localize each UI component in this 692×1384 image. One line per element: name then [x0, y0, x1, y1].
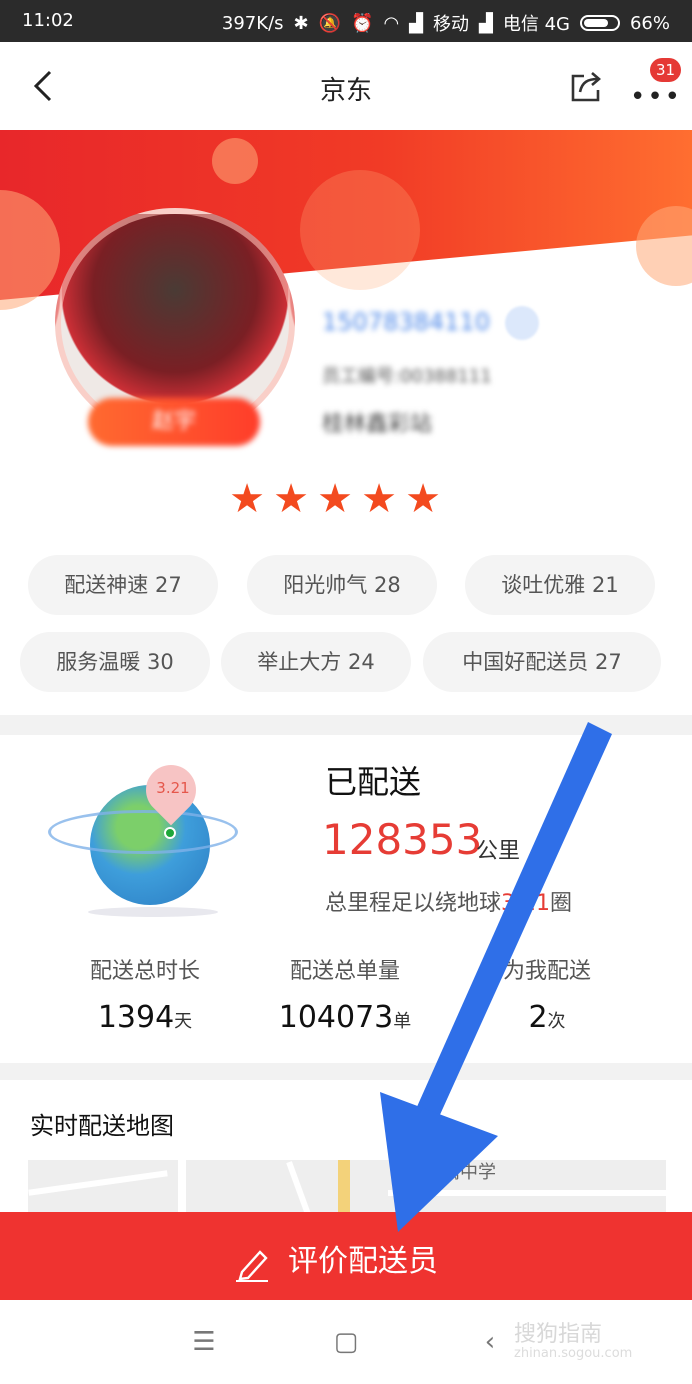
- stat-label: 配送总时长: [89, 959, 200, 984]
- back-nav-icon[interactable]: ‹: [474, 1326, 506, 1358]
- more-icon[interactable]: •••: [630, 82, 682, 112]
- earth-prefix: 总里程足以绕地球: [325, 891, 502, 916]
- carrier-2: 电信 4G: [502, 14, 570, 35]
- globe-shadow: [88, 907, 218, 917]
- delivered-title: 已配送: [325, 763, 422, 801]
- earth-laps-text: 总里程足以绕地球3.21圈: [325, 885, 572, 917]
- earth-laps: 3.21: [501, 891, 550, 916]
- status-time: 11:02: [22, 10, 74, 31]
- tag-chip[interactable]: 配送神速 27: [28, 555, 218, 615]
- watermark: 搜狗指南: [514, 1322, 603, 1347]
- stat-unit: 天: [174, 1011, 193, 1032]
- total-distance: 128353: [322, 815, 483, 864]
- star-icon: ★: [317, 476, 353, 522]
- star-icon: ★: [405, 476, 441, 522]
- mute-icon: 🔕: [318, 12, 342, 34]
- signal-icon: ▟: [409, 12, 424, 34]
- status-indicators: 397K/s ✱ 🔕 ⏰ ◠ ▟ 移动 ▟ 电信 4G 66%: [222, 10, 670, 36]
- star-icon: ★: [361, 476, 397, 522]
- delivery-station: 桂林鑫彩站: [322, 412, 433, 437]
- battery-icon: [579, 15, 620, 31]
- map-road: [388, 1190, 666, 1196]
- courier-phone[interactable]: 15078384110: [322, 308, 490, 336]
- tag-chip[interactable]: 谈吐优雅 21: [465, 555, 655, 615]
- courier-name: 赵宇: [88, 398, 260, 446]
- wifi-icon: ◠: [383, 12, 400, 34]
- orbit-ring: [48, 810, 238, 854]
- signal-icon: ▟: [479, 12, 493, 34]
- watermark-url: zhinan.sogou.com: [514, 1346, 633, 1361]
- stat-number: 1394: [97, 1000, 175, 1035]
- delivery-map-card: 实时配送地图 附属中学: [0, 1080, 692, 1230]
- stat-number: 2: [528, 1000, 548, 1035]
- notification-badge: 31: [650, 58, 682, 82]
- tag-chip[interactable]: 中国好配送员 27: [423, 632, 661, 692]
- tag-chip[interactable]: 举止大方 24: [221, 632, 411, 692]
- menu-icon[interactable]: ☰: [188, 1326, 220, 1358]
- tag-chip[interactable]: 阳光帅气 28: [247, 555, 437, 615]
- map-road: [28, 1170, 168, 1196]
- status-bar: 11:02 397K/s ✱ 🔕 ⏰ ◠ ▟ 移动 ▟ 电信 4G 66%: [0, 0, 692, 42]
- phone-icon[interactable]: [505, 306, 539, 340]
- star-icon: ★: [229, 476, 265, 522]
- stat-unit: 次: [547, 1011, 566, 1032]
- map-title: 实时配送地图: [30, 1112, 174, 1140]
- decor-bubble: [300, 170, 420, 290]
- stat-label: 配送总单量: [289, 959, 400, 984]
- stat-value: 104073单: [260, 1000, 430, 1035]
- courier-profile: 赵宇 15078384110 员工编号:00388111 桂林鑫彩站 ★ ★ ★…: [0, 130, 692, 715]
- decor-bubble: [212, 138, 258, 184]
- stat-number: 104073: [278, 1000, 394, 1035]
- rating-stars: ★ ★ ★ ★ ★: [228, 476, 442, 522]
- pin-value: 3.21: [156, 779, 190, 797]
- employee-number: 员工编号:00388111: [322, 366, 492, 387]
- battery-level: 66%: [629, 12, 670, 34]
- distance-unit: 公里: [476, 839, 521, 864]
- system-nav-bar: ☰ ▢ ‹ 搜狗指南 zhinan.sogou.com: [0, 1300, 692, 1384]
- network-speed: 397K/s: [221, 12, 284, 34]
- delivery-stats: 3.21 已配送 128353 公里 总里程足以绕地球3.21圈 配送总时长 配…: [0, 735, 692, 1063]
- stat-label: 为我配送: [502, 959, 591, 984]
- stat-unit: 单: [393, 1011, 412, 1032]
- map-place-label: 附属中学: [424, 1162, 496, 1183]
- review-courier-button[interactable]: 评价配送员: [0, 1212, 692, 1300]
- star-icon: ★: [273, 476, 309, 522]
- stat-value: 2次: [462, 1000, 632, 1035]
- pencil-icon: [236, 1250, 268, 1282]
- review-button-label: 评价配送员: [288, 1244, 438, 1279]
- alarm-icon: ⏰: [351, 12, 374, 34]
- stat-value: 1394天: [60, 1000, 230, 1035]
- location-dot: [164, 827, 176, 839]
- share-icon[interactable]: [568, 68, 604, 104]
- tag-chip[interactable]: 服务温暖 30: [20, 632, 210, 692]
- bluetooth-icon: ✱: [293, 12, 309, 34]
- nav-bar: 京东 ••• 31: [0, 42, 692, 130]
- earth-suffix: 圈: [550, 891, 573, 916]
- home-icon[interactable]: ▢: [330, 1326, 362, 1358]
- carrier-1: 移动: [433, 14, 470, 35]
